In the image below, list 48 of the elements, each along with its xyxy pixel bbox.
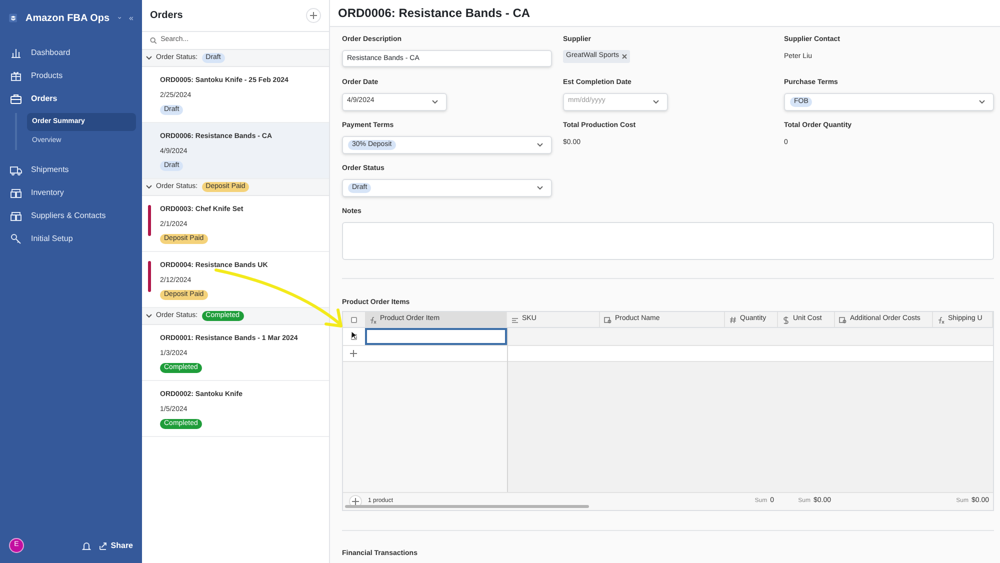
text-lines-icon: [511, 316, 519, 324]
plus-icon: [310, 12, 317, 19]
lookup-icon: [839, 316, 847, 324]
nav-item[interactable]: Inventory: [6, 184, 136, 202]
collapse-icon: [128, 14, 133, 22]
boxes-icon: [10, 210, 22, 222]
dollar-icon: [782, 316, 790, 324]
plus-icon: [352, 498, 359, 505]
close-icon: [622, 54, 628, 58]
chevron-down-icon[interactable]: [146, 185, 152, 189]
chevron-down-icon: [537, 186, 543, 190]
chevron-down-icon: [537, 142, 543, 146]
nav-item[interactable]: Orders: [6, 90, 136, 108]
formula-icon: [369, 316, 377, 324]
table-cell[interactable]: [365, 328, 507, 345]
panel-title: Orders: [150, 9, 183, 23]
chevron-down-icon: [118, 16, 121, 20]
workspace-name[interactable]: Amazon FBA Ops: [25, 10, 110, 26]
nav-item[interactable]: Dashboard: [6, 44, 136, 62]
nav-item[interactable]: Suppliers & Contacts: [6, 207, 136, 225]
chevron-down-icon: [432, 100, 438, 104]
nav-item[interactable]: Shipments: [6, 161, 136, 179]
share-button[interactable]: Share: [98, 540, 133, 552]
gift-icon: [10, 70, 22, 82]
boxes-icon: [10, 187, 22, 199]
nav-item[interactable]: Products: [6, 67, 136, 85]
chevron-down-icon: [979, 100, 985, 104]
scrollbar-thumb[interactable]: [345, 505, 589, 508]
search-icon: [150, 37, 157, 44]
notes-field[interactable]: [342, 222, 994, 260]
formula-icon: [937, 316, 945, 324]
briefcase-icon: [10, 93, 22, 105]
nav-item[interactable]: Initial Setup: [6, 230, 136, 248]
chart-icon: [10, 47, 22, 59]
chevron-down-icon: [653, 100, 659, 104]
plus-icon: [350, 350, 357, 357]
hash-icon: [729, 316, 737, 324]
checkbox[interactable]: [351, 316, 357, 322]
lookup-icon: [604, 316, 612, 324]
key-icon: [10, 233, 22, 245]
truck-icon: [10, 164, 22, 176]
record-title: ORD0006: Resistance Bands - CA: [338, 5, 530, 22]
add-button[interactable]: [306, 8, 321, 23]
chevron-down-icon[interactable]: [146, 314, 152, 318]
share-icon: [98, 542, 107, 550]
bell-icon: [82, 540, 91, 550]
cursor-icon: [351, 331, 357, 340]
chevron-down-icon[interactable]: [146, 56, 152, 60]
